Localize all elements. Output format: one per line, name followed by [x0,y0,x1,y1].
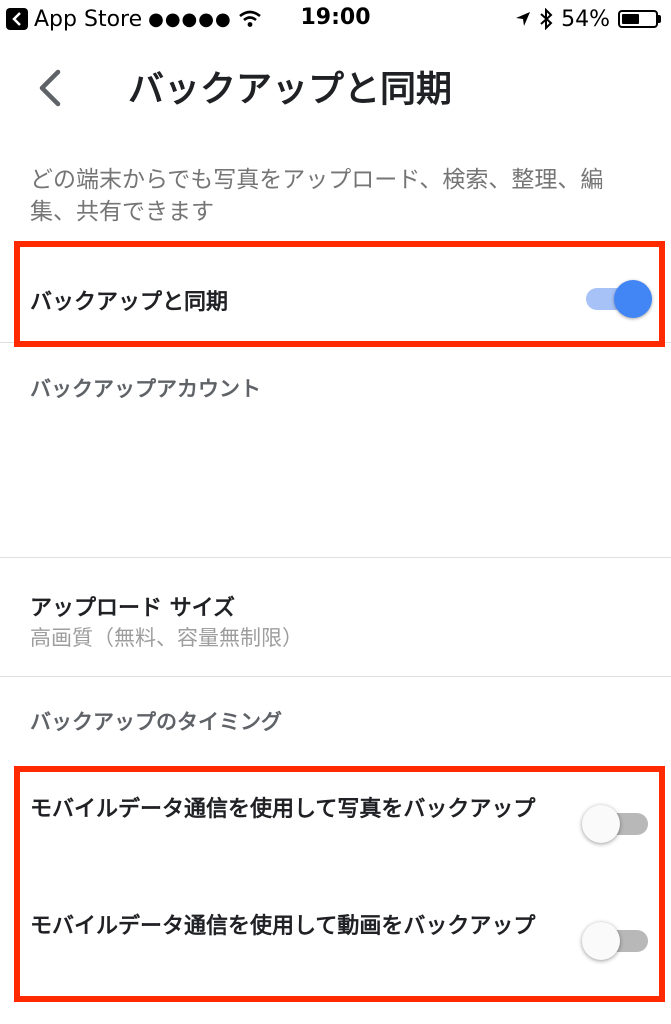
bluetooth-icon [540,8,553,30]
highlight-box-backup-sync [14,241,665,347]
divider [0,676,671,677]
app-header: バックアップと同期 [0,38,671,138]
status-bar-right: 54% [515,4,661,34]
backup-timing-label: バックアップのタイミング [30,710,282,734]
battery-fill [622,14,639,24]
upload-size-value: 高画質（無料、容量無制限） [30,626,303,650]
backup-account-item[interactable] [0,420,671,555]
description-text: どの端末からでも写真をアップロード、検索、整理、編集、共有できます [30,167,604,225]
page-title: バックアップと同期 [128,69,453,110]
backup-account-label: バックアップアカウント [30,377,261,401]
battery-icon [618,10,661,28]
battery-percent: 54% [561,6,610,32]
highlight-box-mobile-data [14,766,665,1002]
divider [0,557,671,558]
upload-size-label: アップロード サイズ [30,596,235,621]
status-bar: App Store ●●●●● 19:00 54% [0,0,671,38]
location-arrow-icon [516,12,531,26]
back-arrow-icon[interactable] [30,66,74,110]
upload-size-row[interactable]: アップロード サイズ 高画質（無料、容量無制限） [0,560,671,675]
